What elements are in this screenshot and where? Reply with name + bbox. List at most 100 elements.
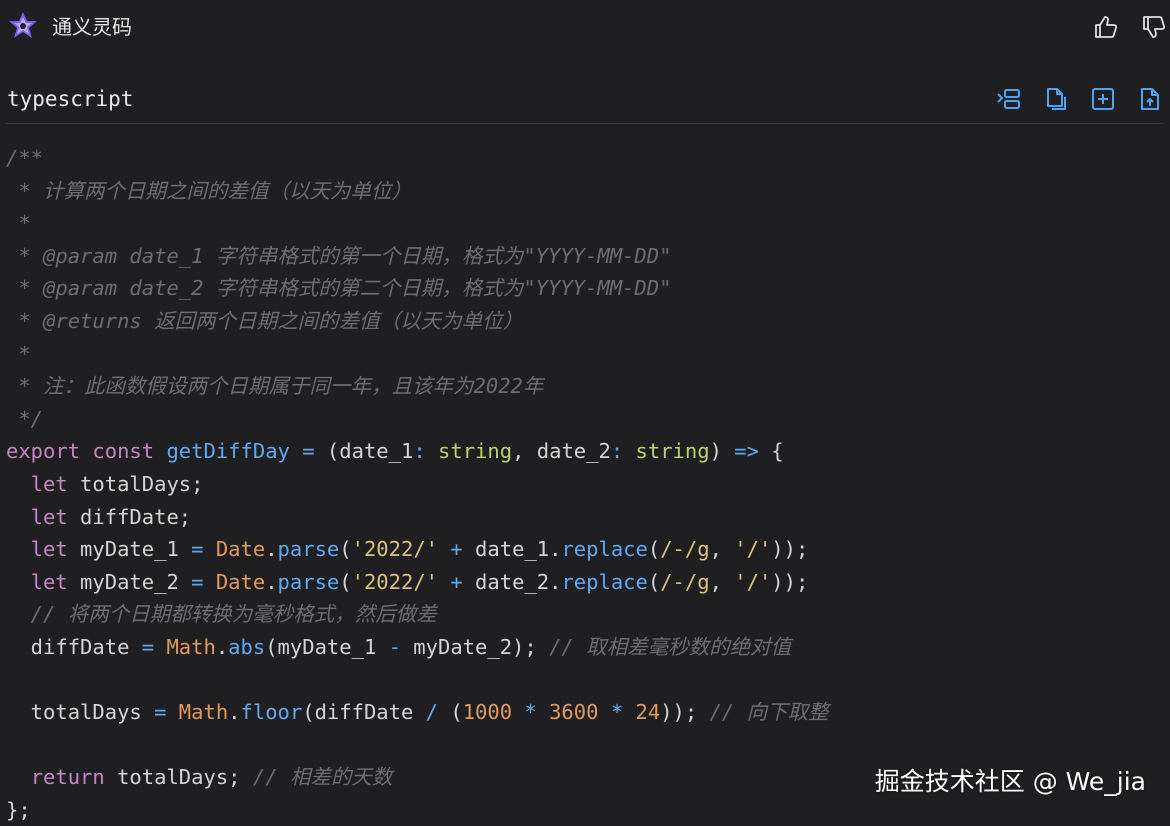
code-token: (	[438, 700, 463, 725]
code-token: replace	[561, 537, 648, 562]
code-line: * @param date_1 字符串格式的第一个日期，格式为"YYYY-MM-…	[6, 240, 829, 273]
code-block-header: typescript	[0, 80, 1170, 120]
thumbs-up-icon[interactable]	[1093, 14, 1119, 40]
code-token: totalDays;	[104, 765, 253, 790]
code-token: (date_1	[314, 439, 414, 464]
code-token: (myDate_1	[265, 634, 389, 659]
code-token: totalDays;	[67, 471, 204, 496]
code-line: * 计算两个日期之间的差值（以天为单位）	[6, 175, 829, 208]
code-token: *	[524, 700, 537, 725]
code-token: :	[610, 439, 624, 464]
save-file-icon[interactable]	[1137, 86, 1163, 112]
code-line: let myDate_2 = Date.parse('2022/' + date…	[6, 566, 829, 599]
code-token: , date_2	[512, 439, 611, 464]
code-token: let	[30, 504, 68, 529]
code-token: * @returns 返回两个日期之间的差值（以天为单位）	[6, 308, 524, 333]
code-line: totalDays = Math.floor(diffDate / (1000 …	[6, 696, 829, 729]
watermark: 掘金技术社区 @ We_jia	[874, 767, 1146, 796]
code-token: let	[30, 569, 68, 594]
code-line: return totalDays; // 相差的天数	[6, 761, 829, 794]
code-token: .	[215, 634, 229, 659]
code-token: )	[709, 439, 735, 464]
code-token: '2022/'	[351, 537, 439, 562]
code-header-divider	[6, 123, 1164, 124]
code-line: diffDate = Math.abs(myDate_1 - myDate_2)…	[6, 631, 829, 664]
code-token: *	[610, 700, 624, 725]
code-token: export	[6, 439, 81, 464]
code-line: export const getDiffDay = (date_1: strin…	[6, 435, 829, 468]
code-line: let totalDays;	[6, 468, 829, 501]
code-token: /**	[6, 146, 44, 170]
code-token: * @param date_1 字符串格式的第一个日期，格式为"YYYY-MM-…	[6, 243, 672, 268]
copy-icon[interactable]	[1043, 86, 1069, 112]
code-token: =	[191, 569, 204, 594]
code-line: };	[6, 794, 829, 826]
insert-at-cursor-icon[interactable]	[996, 86, 1022, 112]
thumbs-down-icon[interactable]	[1141, 14, 1167, 40]
code-token: replace	[561, 569, 648, 594]
code-token: Date	[215, 569, 266, 594]
code-line: *	[6, 207, 829, 240]
code-token: };	[6, 797, 31, 822]
code-token: =	[154, 700, 167, 725]
code-token: /-/g	[660, 569, 710, 594]
code-token: 1000	[462, 700, 513, 725]
code-token: '/'	[734, 569, 772, 594]
code-token: 24	[635, 700, 661, 725]
code-token: date_1.	[462, 537, 562, 562]
code-token: Math	[166, 634, 216, 659]
code-token: string	[635, 439, 710, 464]
code-token: // 向下取整	[709, 700, 829, 725]
code-token: const	[92, 439, 155, 464]
code-token: {	[758, 439, 784, 464]
code-token: .	[265, 537, 278, 562]
code-line: * @param date_2 字符串格式的第二个日期，格式为"YYYY-MM-…	[6, 272, 829, 305]
code-token: parse	[277, 537, 340, 562]
code-token: -	[388, 634, 401, 659]
code-token: diffDate;	[67, 504, 192, 529]
code-token: :	[413, 439, 426, 464]
code-token: '/'	[734, 537, 772, 562]
code-token: * 计算两个日期之间的差值（以天为单位）	[6, 178, 413, 203]
code-token: getDiffDay	[166, 439, 290, 464]
code-token: // 取相差毫秒数的绝对值	[549, 634, 792, 659]
code-token: parse	[277, 569, 340, 594]
code-token: date_2.	[462, 569, 562, 594]
code-token: // 相差的天数	[252, 765, 393, 790]
code-block-content: /** * 计算两个日期之间的差值（以天为单位） * * @param date…	[6, 142, 829, 826]
code-token: myDate_2);	[400, 634, 550, 659]
code-token: +	[450, 537, 463, 562]
code-token: let	[30, 471, 68, 496]
new-file-icon[interactable]	[1090, 86, 1116, 112]
code-token: totalDays	[6, 700, 155, 725]
code-token: // 将两个日期都转换为毫秒格式，然后做差	[6, 602, 437, 627]
code-line: let diffDate;	[6, 501, 829, 534]
code-token: ));	[771, 569, 809, 594]
code-line: * 注：此函数假设两个日期属于同一年，且该年为2022年	[6, 370, 829, 403]
app-title: 通义灵码	[52, 15, 132, 39]
code-token: /	[425, 700, 438, 725]
code-token: * @param date_2 字符串格式的第二个日期，格式为"YYYY-MM-…	[6, 276, 672, 301]
code-token: ));	[660, 700, 710, 725]
code-token: ));	[771, 537, 809, 562]
code-token: 3600	[549, 700, 599, 725]
code-token: string	[438, 439, 513, 464]
code-token: =	[141, 634, 155, 659]
code-token: ,	[709, 569, 735, 594]
code-token: Math	[178, 700, 229, 725]
code-token: ,	[709, 537, 735, 562]
code-token: (	[647, 569, 661, 594]
